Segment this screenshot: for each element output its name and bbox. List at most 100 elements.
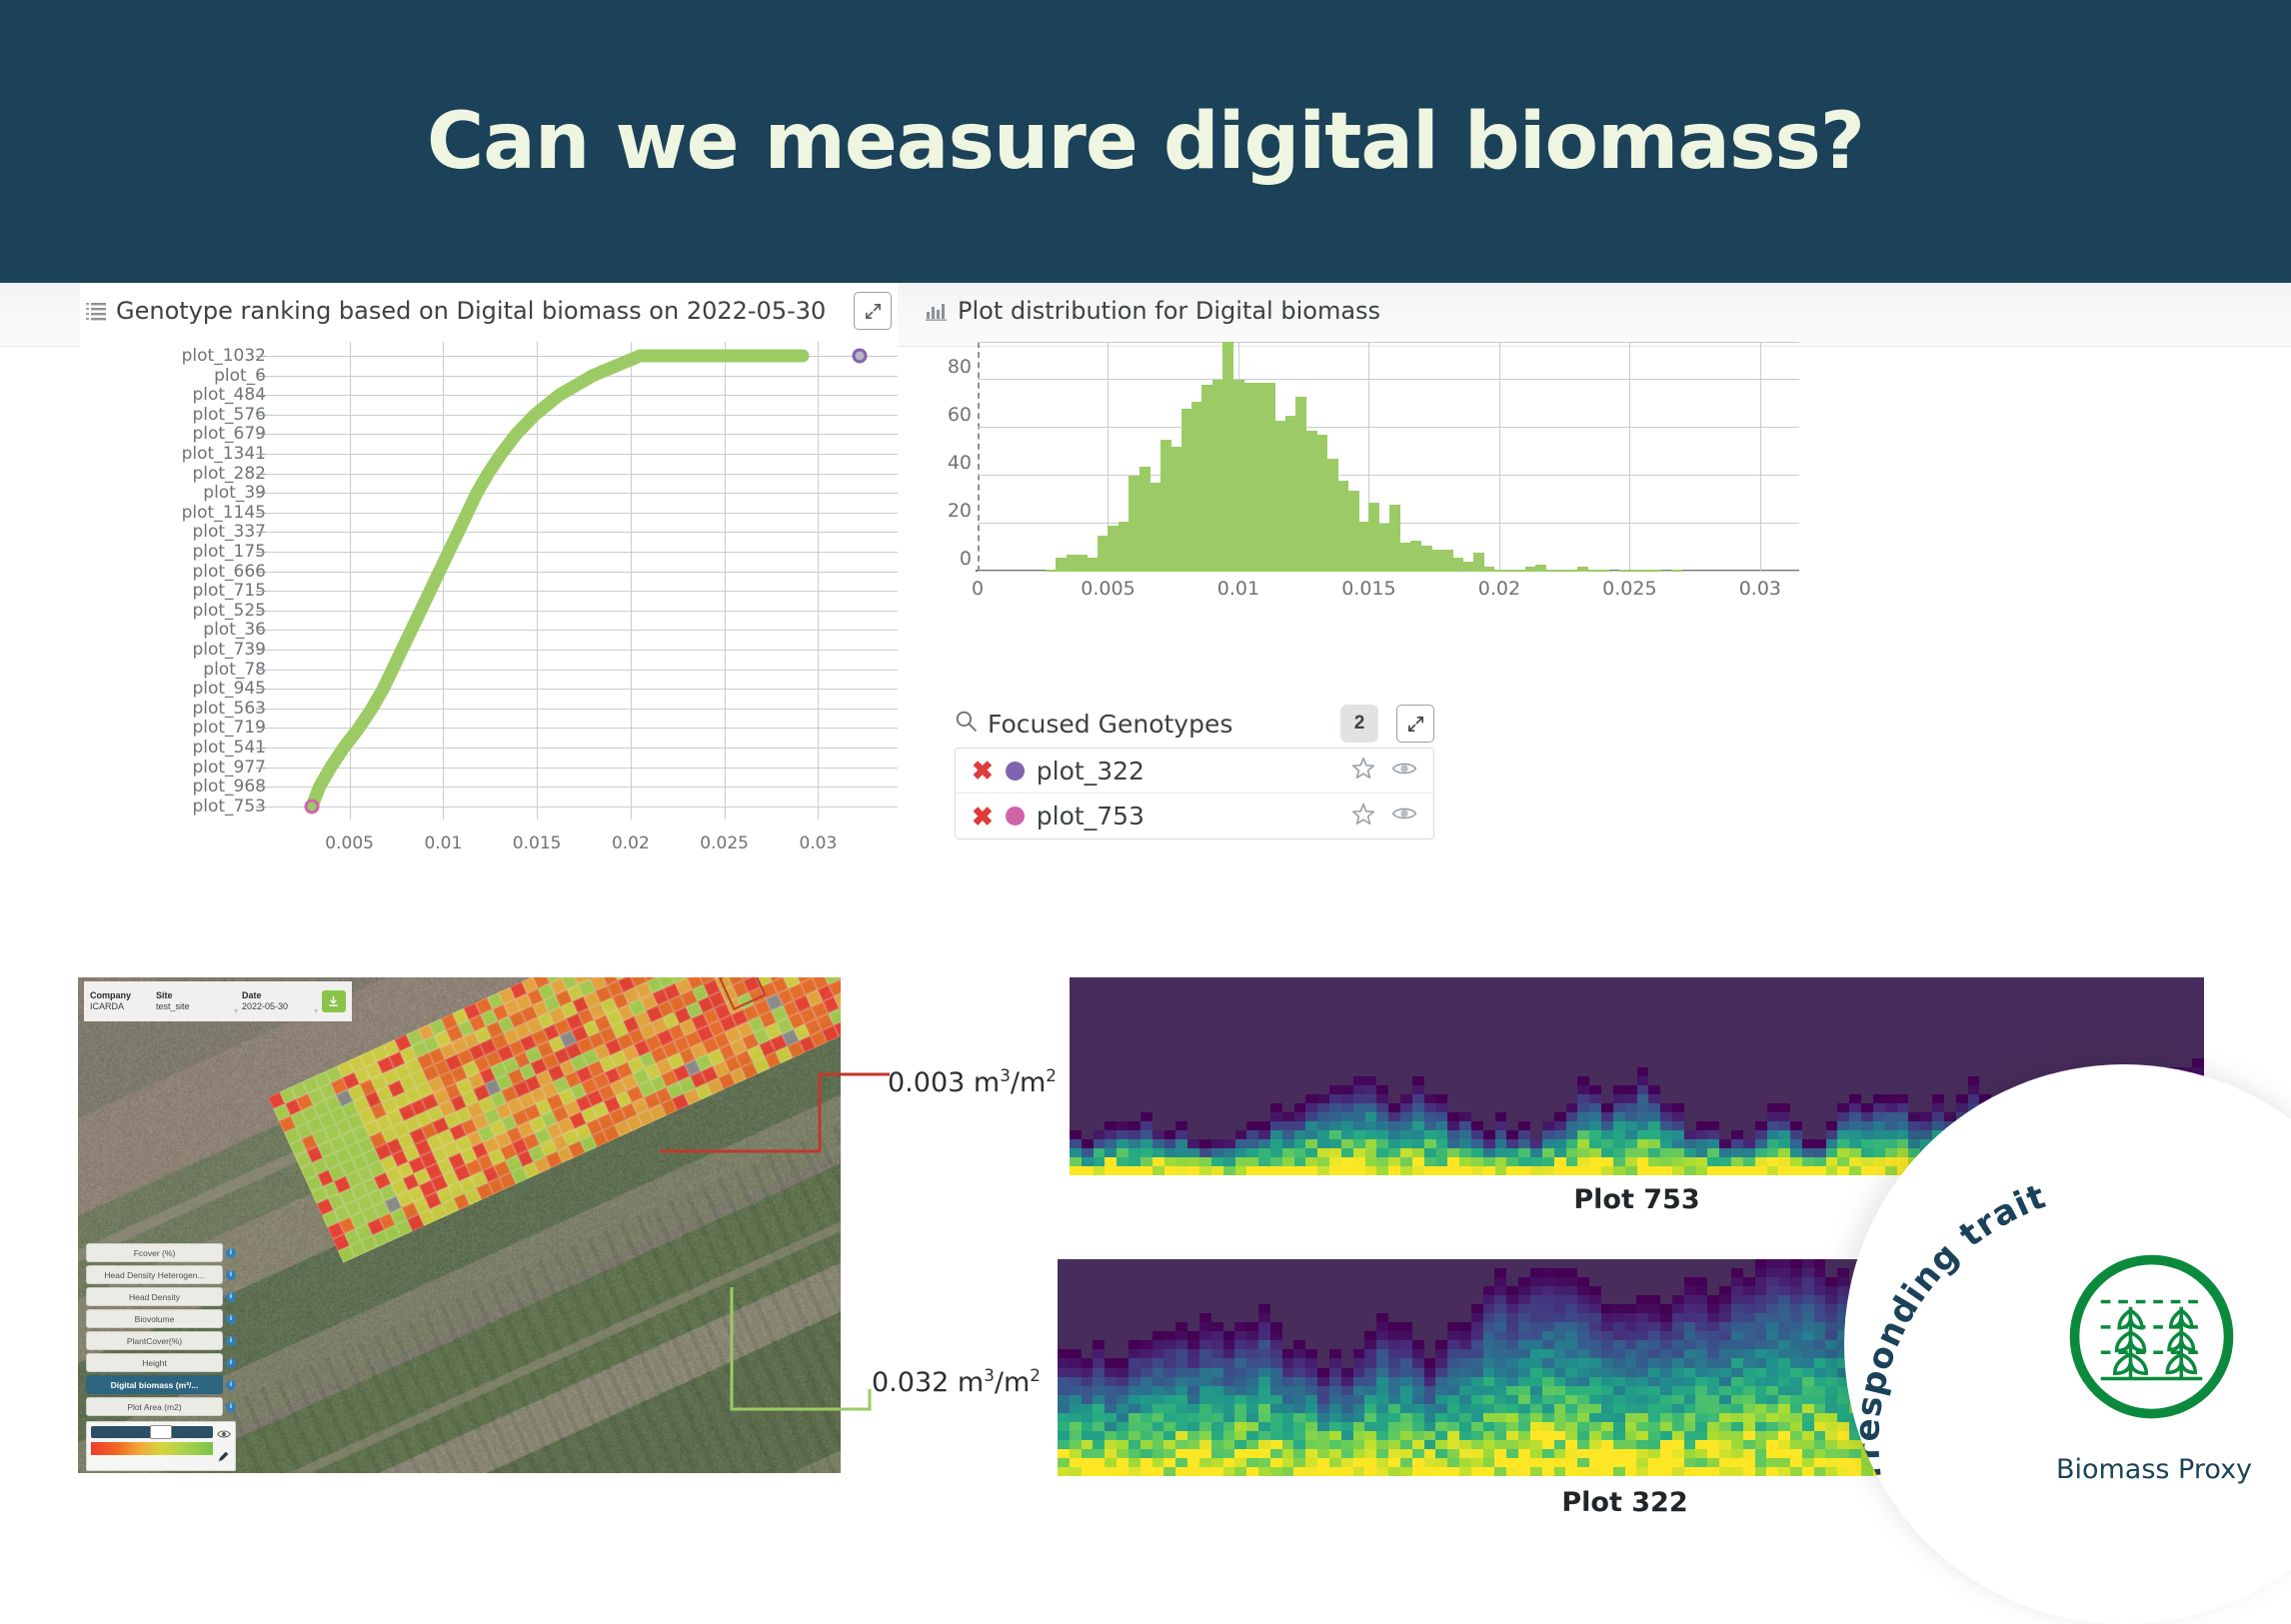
hist-bar[interactable] [1264, 383, 1275, 572]
hist-bar[interactable] [1181, 409, 1192, 572]
star-icon[interactable] [1351, 757, 1375, 785]
hist-bar[interactable] [1535, 565, 1546, 572]
hist-bar[interactable] [1421, 546, 1432, 572]
site-chevron-down-icon[interactable]: ▾ [234, 1006, 238, 1018]
legend-opacity-slider[interactable] [91, 1426, 213, 1438]
hist-bar[interactable] [1462, 562, 1473, 572]
info-icon[interactable]: i [226, 1380, 236, 1390]
close-x-icon[interactable]: ✖ [972, 804, 994, 829]
hist-bar[interactable] [1389, 505, 1400, 572]
hist-bar[interactable] [1098, 536, 1109, 572]
hist-bar[interactable] [1567, 570, 1578, 572]
close-x-icon[interactable]: ✖ [972, 758, 994, 784]
hist-bar[interactable] [1108, 526, 1119, 572]
eye-icon[interactable] [1391, 805, 1417, 827]
trait-button[interactable]: Plot Area (m2) [86, 1397, 223, 1416]
hist-bar[interactable] [1285, 416, 1296, 572]
hist-bar[interactable] [1650, 570, 1661, 572]
date-chevron-down-icon[interactable]: ▾ [314, 1006, 318, 1018]
hist-bar[interactable] [1222, 342, 1233, 572]
hist-bar[interactable] [1588, 570, 1599, 572]
rank-data-point[interactable] [696, 350, 709, 363]
trait-button[interactable]: Fcover (%) [86, 1243, 223, 1262]
focused-genotype-row[interactable]: ✖plot_322 [956, 749, 1433, 794]
hist-bar[interactable] [1598, 570, 1609, 572]
hist-bar[interactable] [1274, 421, 1285, 572]
hist-bar[interactable] [1056, 558, 1067, 572]
rank-highlight-point[interactable] [852, 349, 867, 364]
trait-row[interactable]: Digital biomass (m³/...i [86, 1375, 236, 1394]
hist-bar[interactable] [1327, 459, 1338, 572]
hist-bar[interactable] [1358, 522, 1369, 572]
legend-eye-icon[interactable] [217, 1426, 231, 1444]
trait-row[interactable]: Biovolumei [86, 1309, 236, 1328]
focused-genotypes-expand-icon[interactable] [1396, 705, 1434, 743]
legend-slider-knob[interactable] [150, 1425, 172, 1439]
trait-button[interactable]: Height [86, 1353, 223, 1372]
hist-bar[interactable] [1067, 555, 1078, 572]
genotype-ranking-plot[interactable]: plot_1032plot_6plot_484plot_576plot_679p… [80, 334, 898, 893]
hist-bar[interactable] [1233, 380, 1244, 572]
hist-bar[interactable] [1160, 440, 1171, 572]
hist-bar[interactable] [1494, 570, 1505, 572]
hist-bar[interactable] [1441, 550, 1452, 572]
trait-row[interactable]: Head Density Heterogen...i [86, 1265, 236, 1284]
hist-bar[interactable] [1504, 570, 1515, 572]
hist-bar[interactable] [1140, 467, 1150, 572]
info-icon[interactable]: i [226, 1358, 236, 1368]
hist-bar[interactable] [1619, 570, 1630, 572]
hist-bar[interactable] [1671, 570, 1682, 572]
hist-bar[interactable] [1046, 570, 1057, 572]
hist-bar[interactable] [1243, 383, 1254, 572]
expand-icon[interactable] [854, 292, 892, 330]
trait-button[interactable]: PlantCover(%) [86, 1331, 223, 1350]
rank-highlight-point[interactable] [305, 799, 320, 813]
hist-bar[interactable] [1348, 491, 1359, 572]
hist-bar[interactable] [1254, 383, 1265, 572]
trait-button[interactable]: Digital biomass (m³/... [86, 1375, 223, 1394]
hist-bar[interactable] [1431, 550, 1442, 572]
hist-bar[interactable] [1640, 570, 1651, 572]
hist-bar[interactable] [1191, 402, 1202, 572]
trait-row[interactable]: Fcover (%)i [86, 1243, 236, 1262]
hist-bar[interactable] [1400, 543, 1411, 572]
info-icon[interactable]: i [226, 1402, 236, 1412]
hist-bar[interactable] [1077, 555, 1088, 572]
star-icon[interactable] [1351, 803, 1375, 830]
info-icon[interactable]: i [226, 1292, 236, 1302]
map-date-field[interactable]: Date 2022-05-30 [242, 984, 310, 1018]
rank-data-point[interactable] [666, 350, 679, 363]
hist-bar[interactable] [1088, 558, 1099, 572]
hist-bar[interactable] [1483, 567, 1494, 572]
download-icon[interactable] [322, 990, 346, 1012]
hist-bar[interactable] [1556, 570, 1567, 572]
hist-bar[interactable] [1452, 558, 1463, 572]
rank-data-point[interactable] [735, 350, 748, 363]
trait-button[interactable]: Biovolume [86, 1309, 223, 1328]
rank-data-point[interactable] [797, 350, 810, 363]
hist-bar[interactable] [1337, 481, 1348, 572]
hist-bar[interactable] [1170, 447, 1181, 572]
hist-bar[interactable] [1577, 567, 1588, 572]
hist-bar[interactable] [1473, 553, 1484, 572]
hist-bar[interactable] [1149, 483, 1160, 572]
legend-pencil-icon[interactable] [217, 1450, 231, 1468]
field-map-card[interactable]: Company ICARDA Site test_site ▾ Date 202… [78, 977, 841, 1473]
rank-data-point[interactable] [748, 350, 761, 363]
hist-bar[interactable] [1410, 541, 1421, 572]
hist-bar[interactable] [1368, 503, 1379, 572]
info-icon[interactable]: i [226, 1270, 236, 1280]
info-icon[interactable]: i [226, 1336, 236, 1346]
trait-row[interactable]: Heighti [86, 1353, 236, 1372]
rank-data-point[interactable] [767, 350, 780, 363]
trait-row[interactable]: PlantCover(%)i [86, 1331, 236, 1350]
hist-bar[interactable] [1212, 380, 1223, 572]
trait-row[interactable]: Head Densityi [86, 1287, 236, 1306]
info-icon[interactable]: i [226, 1314, 236, 1324]
hist-bar[interactable] [1316, 435, 1327, 572]
trait-button[interactable]: Head Density Heterogen... [86, 1265, 223, 1284]
hist-bar[interactable] [1546, 570, 1557, 572]
hist-bar[interactable] [1119, 522, 1130, 572]
hist-bar[interactable] [1295, 397, 1306, 572]
hist-bar[interactable] [1306, 431, 1317, 572]
